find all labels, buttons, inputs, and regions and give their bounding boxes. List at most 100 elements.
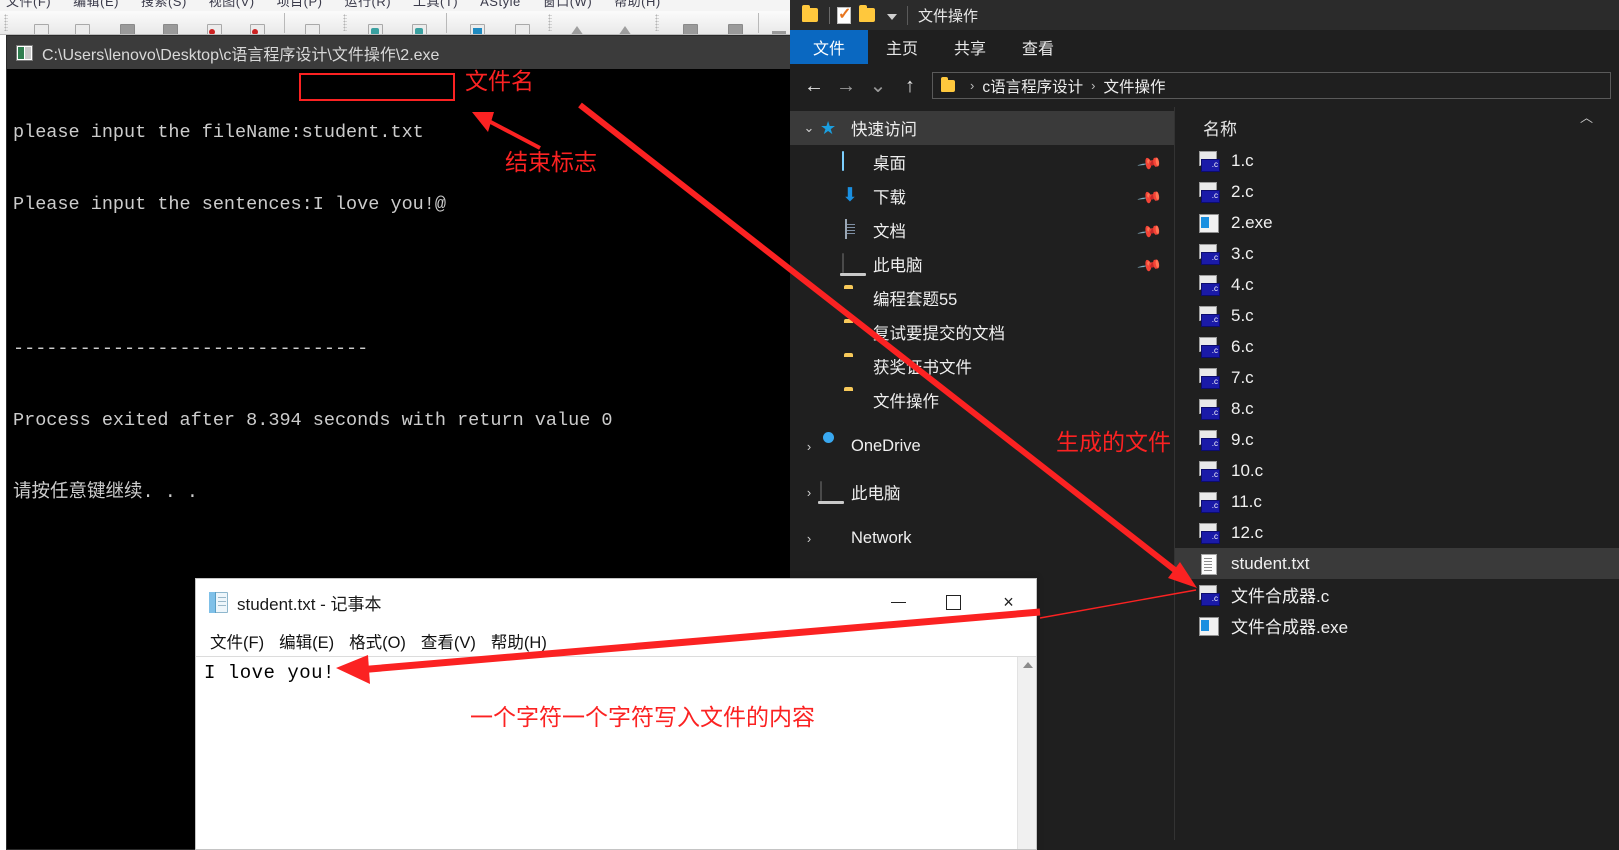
table-row[interactable]: 2.c [1175,176,1619,207]
toolbar-grip[interactable] [343,14,347,31]
notepad-title-bar[interactable]: student.txt - 记事本 × [196,579,1036,626]
breadcrumb-item[interactable]: c语言程序设计 [982,75,1083,97]
sidebar-item-folder[interactable]: 获奖证书文件 [790,349,1174,383]
up-button[interactable]: ↑ [894,76,926,96]
new-folder-icon[interactable] [859,5,875,22]
notepad-scrollbar[interactable] [1017,657,1036,849]
menu-item-file[interactable]: 文件(F) [210,629,264,653]
sidebar-item-onedrive[interactable]: › OneDrive [790,429,1174,463]
pin-icon[interactable]: 📌 [1136,184,1164,212]
folder-icon[interactable] [802,5,818,22]
table-row[interactable]: 4.c [1175,269,1619,300]
open-file-icon[interactable] [75,24,90,34]
profile-icon[interactable] [728,24,743,34]
tab-share[interactable]: 共享 [936,30,1004,64]
pin-icon[interactable]: 📌 [1136,252,1164,280]
close-file-icon[interactable] [207,24,222,34]
ide-toolbar[interactable] [0,11,790,35]
chevron-right-icon[interactable]: › [798,531,820,546]
run-icon[interactable] [515,24,530,34]
notepad-menu-bar[interactable]: 文件(F) 编辑(E) 格式(O) 查看(V) 帮助(H) [196,626,1036,657]
table-row[interactable]: 10.c [1175,455,1619,486]
ide-menu-bar[interactable]: 文件(F) 编辑(E) 搜索(S) 视图(V) 项目(P) 运行(R) 工具(T) AStyl… [0,0,790,11]
ide-menu-item[interactable]: 工具(T) [413,0,458,9]
chevron-up-icon[interactable]: ︿ [1580,107,1593,126]
ide-menu-item[interactable]: 编辑(E) [73,0,119,9]
chevron-down-icon[interactable]: ⌄ [798,120,820,136]
close-button[interactable]: × [981,584,1036,622]
table-row[interactable]: 5.c [1175,300,1619,331]
sidebar-item-this-pc[interactable]: 此电脑 📌 [790,247,1174,281]
table-row[interactable]: 1.c [1175,145,1619,176]
explorer-title-bar[interactable]: 文件操作 [790,0,1619,30]
sidebar-item-quick-access[interactable]: ⌄ ★ 快速访问 [790,111,1174,145]
breadcrumb-item[interactable]: 文件操作 [1103,75,1165,97]
table-row[interactable]: 8.c [1175,393,1619,424]
sidebar-item-this-pc-root[interactable]: › 此电脑 [790,475,1174,509]
chevron-right-icon[interactable]: › [798,439,820,454]
breadcrumb[interactable]: › c语言程序设计 › 文件操作 [932,72,1611,99]
ide-menu-item[interactable]: 项目(P) [277,0,323,9]
redo-icon[interactable] [412,24,427,34]
table-row[interactable]: 6.c [1175,331,1619,362]
toolbar-grip[interactable] [548,14,552,31]
sidebar-item-folder[interactable]: 复试要提交的文档 [790,315,1174,349]
table-row[interactable]: 文件合成器.exe [1175,610,1619,641]
tab-home[interactable]: 主页 [868,30,936,64]
table-row-selected[interactable]: student.txt [1175,548,1619,579]
ide-menu-item[interactable]: 窗口(W) [543,0,592,9]
table-row[interactable]: 12.c [1175,517,1619,548]
minimize-button[interactable] [871,584,926,622]
tab-view[interactable]: 查看 [1004,30,1072,64]
print-icon[interactable] [305,24,320,34]
sidebar-item-downloads[interactable]: ⬇ 下载 📌 [790,179,1174,213]
pin-icon[interactable]: 📌 [1136,150,1164,178]
customize-caret-icon[interactable] [887,14,897,20]
back-button[interactable]: ← [798,76,830,96]
recent-locations-button[interactable]: ⌄ [862,76,894,96]
chevron-right-icon[interactable]: › [798,485,820,500]
save-all-icon[interactable] [163,24,178,34]
collapse-icon[interactable] [772,31,786,34]
compile-icon[interactable] [470,24,485,34]
explorer-address-bar[interactable]: ← → ⌄ ↑ › c语言程序设计 › 文件操作 [790,64,1619,107]
notepad-text-area[interactable]: I love you! [196,657,1036,684]
compile-run-icon[interactable] [570,26,584,34]
ide-menu-item[interactable]: AStyle [480,0,521,9]
sidebar-item-folder[interactable]: 编程套题55 [790,281,1174,315]
sidebar-item-network[interactable]: › Network [790,521,1174,555]
save-icon[interactable] [120,24,135,34]
debug-icon[interactable] [683,24,698,34]
console-title-bar[interactable]: C:\Users\lenovo\Desktop\c语言程序设计\文件操作\2.e… [7,36,791,69]
undo-icon[interactable] [368,24,383,34]
sidebar-item-desktop[interactable]: 桌面 📌 [790,145,1174,179]
ide-menu-item[interactable]: 搜索(S) [141,0,187,9]
maximize-button[interactable] [926,584,981,622]
ide-menu-item[interactable]: 视图(V) [209,0,255,9]
table-row[interactable]: 11.c [1175,486,1619,517]
table-row[interactable]: 2.exe [1175,207,1619,238]
explorer-ribbon-tabs[interactable]: 文件 主页 共享 查看 [790,30,1619,64]
sidebar-item-documents[interactable]: 文档 📌 [790,213,1174,247]
table-row[interactable]: 7.c [1175,362,1619,393]
menu-item-view[interactable]: 查看(V) [421,629,476,653]
notepad-window[interactable]: student.txt - 记事本 × 文件(F) 编辑(E) 格式(O) 查看… [195,578,1037,850]
pin-icon[interactable]: 📌 [1136,218,1164,246]
close-all-icon[interactable] [250,24,265,34]
table-row[interactable]: 3.c [1175,238,1619,269]
ide-menu-item[interactable]: 文件(F) [6,0,51,9]
ide-menu-item[interactable]: 帮助(H) [614,0,661,9]
table-row[interactable]: 文件合成器.c [1175,579,1619,610]
menu-item-edit[interactable]: 编辑(E) [279,629,334,653]
scroll-up-icon[interactable] [1023,662,1033,668]
new-file-icon[interactable] [34,24,49,34]
rebuild-icon[interactable] [618,26,632,34]
sidebar-item-folder[interactable]: 文件操作 [790,383,1174,417]
toolbar-grip[interactable] [655,14,659,31]
file-list-pane[interactable]: ︿ 名称 1.c 2.c 2.exe 3.c [1175,107,1619,840]
ide-menu-item[interactable]: 运行(R) [344,0,391,9]
menu-item-format[interactable]: 格式(O) [349,629,406,653]
column-header-name[interactable]: 名称 [1175,109,1619,145]
table-row[interactable]: 9.c [1175,424,1619,455]
forward-button[interactable]: → [830,76,862,96]
